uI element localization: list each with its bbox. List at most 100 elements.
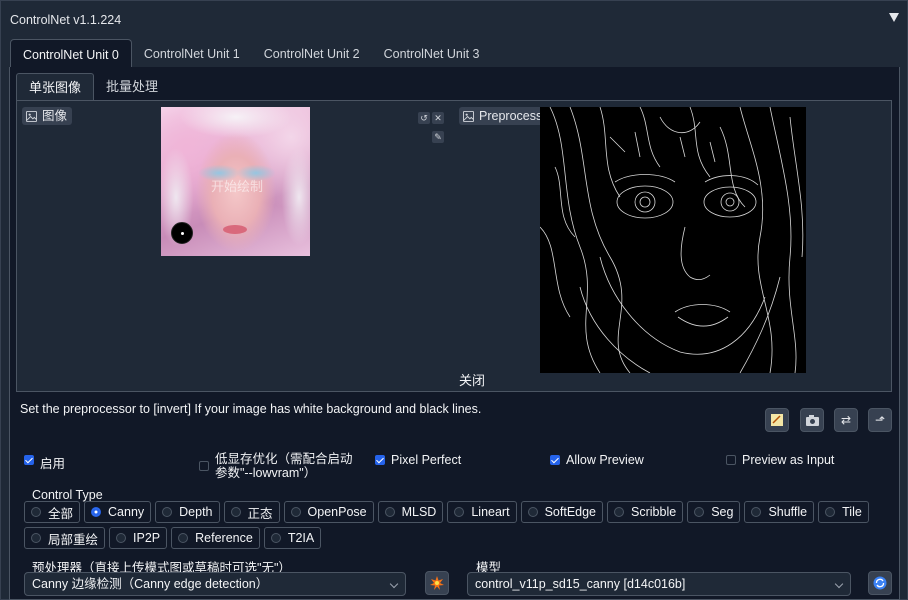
radio-dot[interactable] <box>527 507 538 517</box>
allow-preview-checkbox[interactable]: Allow Preview <box>550 453 644 467</box>
brush-icon[interactable]: ✎ <box>432 131 444 143</box>
allow-preview-label: Allow Preview <box>566 453 644 467</box>
pixel-perfect-check-box[interactable] <box>375 455 385 465</box>
control-type-all[interactable]: 全部 <box>24 501 81 523</box>
preview-as-input-check-box[interactable] <box>726 455 736 465</box>
pixel-perfect-label: Pixel Perfect <box>391 453 462 467</box>
control-type-label-scribble: Scribble <box>631 505 677 519</box>
radio-dot[interactable] <box>290 507 301 517</box>
run-preprocessor-button[interactable] <box>425 571 449 595</box>
radio-dot-selected[interactable] <box>91 507 102 517</box>
low-vram-label-line1: 低显存优化（需配合启动 <box>215 452 353 466</box>
send-dimensions-button[interactable]: ⬏ <box>868 408 892 432</box>
explosion-icon <box>430 576 444 590</box>
undo-icon[interactable]: ↺ <box>418 112 430 124</box>
control-type-label-lineart: Lineart <box>471 505 510 519</box>
input-image-label: 图像 <box>22 107 73 125</box>
radio-dot[interactable] <box>751 507 762 517</box>
low-vram-label: 低显存优化（需配合启动 参数"--lowvram"） <box>215 452 353 480</box>
enable-check-box[interactable] <box>24 455 34 465</box>
model-value: control_v11p_sd15_canny [d14c016b] <box>475 577 686 591</box>
control-type-label-all: 全部 <box>48 506 74 521</box>
pixel-perfect-checkbox[interactable]: Pixel Perfect <box>375 453 461 467</box>
preprocessor-dropdown[interactable]: Canny 边缘检测（Canny edge detection） <box>24 572 406 596</box>
preview-as-input-label: Preview as Input <box>742 453 835 467</box>
close-button[interactable]: 关闭 <box>459 370 485 389</box>
image-icon <box>463 110 474 122</box>
edit-canvas-button[interactable] <box>765 408 789 432</box>
up-arrow-icon: ⬏ <box>874 413 886 427</box>
preprocessor-preview-image <box>540 107 806 373</box>
notepad-icon <box>771 414 783 426</box>
control-type-label-normal: 正态 <box>247 506 273 521</box>
control-type-t2ia[interactable]: T2IA <box>263 527 322 549</box>
mirror-webcam-button[interactable]: ⇄ <box>834 408 858 432</box>
chevron-down-icon <box>834 579 844 589</box>
radio-dot[interactable] <box>384 507 395 517</box>
draw-watermark: 开始绘制 <box>211 179 264 194</box>
control-type-row-2: 局部重绘 IP2P Reference T2IA <box>24 527 322 549</box>
control-type-depth[interactable]: Depth <box>155 501 220 523</box>
control-type-label-canny: Canny <box>108 505 145 519</box>
control-type-tile[interactable]: Tile <box>818 501 869 523</box>
control-type-softedge[interactable]: SoftEdge <box>520 501 604 523</box>
control-type-scribble[interactable]: Scribble <box>607 501 684 523</box>
preview-as-input-checkbox[interactable]: Preview as Input <box>726 453 834 467</box>
radio-dot[interactable] <box>31 507 41 517</box>
preprocessor-value: Canny 边缘检测（Canny edge detection） <box>32 577 269 591</box>
low-vram-checkbox[interactable]: 低显存优化（需配合启动 参数"--lowvram"） <box>199 452 353 480</box>
allow-preview-check-box[interactable] <box>550 455 560 465</box>
image-icon <box>26 110 37 122</box>
control-type-shuffle[interactable]: Shuffle <box>744 501 815 523</box>
control-type-reference[interactable]: Reference <box>171 527 260 549</box>
clear-icon[interactable]: ✕ <box>432 112 444 124</box>
tab-unit-2[interactable]: ControlNet Unit 2 <box>252 39 372 69</box>
control-type-seg[interactable]: Seg <box>687 501 741 523</box>
control-type-label-softedge: SoftEdge <box>544 505 597 519</box>
tab-batch[interactable]: 批量处理 <box>94 73 170 101</box>
control-type-ip2p[interactable]: IP2P <box>109 527 168 549</box>
portrait-lips <box>223 225 247 234</box>
panel-title[interactable]: ControlNet v1.1.224 <box>10 13 121 27</box>
control-type-label-mlsd: MLSD <box>401 505 437 519</box>
control-type-inpaint[interactable]: 局部重绘 <box>24 527 106 549</box>
image-mode-tabs: 单张图像 批量处理 <box>16 73 170 101</box>
control-type-normal[interactable]: 正态 <box>223 501 280 523</box>
model-dropdown[interactable]: control_v11p_sd15_canny [d14c016b] <box>467 572 851 596</box>
swap-arrows-icon: ⇄ <box>840 413 852 427</box>
brush-cursor-icon <box>171 222 193 244</box>
control-type-label-depth: Depth <box>179 505 213 519</box>
tab-unit-0[interactable]: ControlNet Unit 0 <box>10 39 132 69</box>
refresh-models-button[interactable] <box>868 571 892 595</box>
radio-dot[interactable] <box>116 533 127 543</box>
radio-dot[interactable] <box>178 533 189 543</box>
control-type-mlsd[interactable]: MLSD <box>377 501 444 523</box>
control-type-label-ip2p: IP2P <box>133 531 161 545</box>
radio-dot[interactable] <box>230 507 241 517</box>
webcam-button[interactable] <box>800 408 824 432</box>
tab-single-image[interactable]: 单张图像 <box>16 73 95 101</box>
control-type-label-seg: Seg <box>711 505 734 519</box>
collapse-triangle-icon[interactable] <box>889 13 899 22</box>
radio-dot[interactable] <box>454 507 465 517</box>
control-type-openpose[interactable]: OpenPose <box>283 501 374 523</box>
radio-dot[interactable] <box>694 507 705 517</box>
enable-label: 启用 <box>40 457 66 471</box>
canny-edges-drawing <box>540 107 804 373</box>
control-type-lineart[interactable]: Lineart <box>447 501 517 523</box>
radio-dot[interactable] <box>825 507 836 517</box>
tab-unit-3[interactable]: ControlNet Unit 3 <box>372 39 492 69</box>
control-type-label-reference: Reference <box>195 531 253 545</box>
refresh-icon <box>873 576 887 590</box>
tab-unit-1[interactable]: ControlNet Unit 1 <box>132 39 252 69</box>
camera-icon <box>805 414 819 426</box>
control-type-canny[interactable]: Canny <box>84 501 152 523</box>
radio-dot[interactable] <box>614 507 625 517</box>
input-image-label-text: 图像 <box>42 109 68 123</box>
enable-checkbox[interactable]: 启用 <box>24 453 65 472</box>
radio-dot[interactable] <box>31 533 41 543</box>
radio-dot[interactable] <box>162 507 173 517</box>
low-vram-check-box[interactable] <box>199 461 209 471</box>
unit-tabs: ControlNet Unit 0 ControlNet Unit 1 Cont… <box>10 39 492 69</box>
radio-dot[interactable] <box>270 533 281 543</box>
